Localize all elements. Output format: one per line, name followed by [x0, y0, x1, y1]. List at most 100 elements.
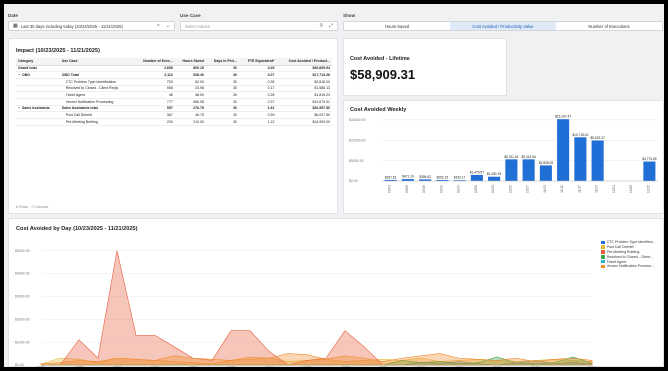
y-tick-label: $4000.00 [15, 272, 30, 276]
table-row[interactable]: Post Call Debrief 367 46.75 30 0.39 $6,007.50 [16, 111, 332, 119]
col-use-case[interactable]: Use Case [59, 58, 134, 66]
x-tick-label: 09/01 [388, 185, 392, 193]
impact-title: Impact (10/23/2025 - 11/21/2025) [16, 48, 100, 54]
table-cell-days: 30 [205, 118, 239, 126]
table-row[interactable]: − Sales Assistants Sales Assistants total 5… [16, 105, 332, 113]
table-cell-use-case: Resolved to Closed - Client Reply [59, 85, 134, 93]
table-cell-use-case: Sales Assistants total [59, 105, 134, 113]
x-tick-label: 09/22 [439, 185, 443, 193]
table-cell-fte: 4.49 [238, 65, 277, 73]
y-tick-label: $15000.00 [349, 118, 366, 122]
y-tick-label: $10000.00 [349, 138, 366, 142]
cell-text: 30 [232, 119, 237, 124]
show-option-cost-avoided[interactable]: Cost Avoided / Productivity Value [450, 22, 556, 30]
cell-text: 30 [232, 79, 237, 84]
table-cell-fte: 2.37 [238, 98, 277, 106]
clear-icon[interactable]: × [157, 23, 160, 29]
collapse-icon[interactable]: − [18, 73, 20, 77]
y-tick-label: $0.00 [15, 363, 24, 367]
expand-icon[interactable]: ⤢ [329, 23, 333, 29]
cell-text: 3.07 [267, 73, 275, 78]
table-cell-hours: 566.08 [174, 98, 206, 106]
use-case-select[interactable]: Select values ⚲ ⤢ [180, 21, 338, 31]
table-row[interactable]: Ticket Agent 48 48.00 30 0.28 $1,815.23 [16, 91, 332, 99]
collapse-icon[interactable]: − [18, 106, 20, 110]
table-cell-fte: 1.61 [238, 105, 277, 113]
cell-text: 2.37 [267, 99, 275, 104]
kpi-value: $58,909.31 [350, 67, 416, 82]
show-toggle: Hours Saved Cost Avoided / Productivity … [343, 21, 663, 31]
col-days[interactable]: Days in Peri... [205, 58, 239, 66]
cell-text: $2,818.00 [314, 79, 330, 84]
legend-item[interactable]: Resolved to Closed - Client... [601, 254, 655, 259]
table-row[interactable]: CTC Problem Type Identification 753 62.00 3… [16, 78, 332, 86]
table-cell-execs: 2,608 [133, 65, 175, 73]
date-filter-value: Last 30 days including today (10/23/2025… [20, 23, 123, 29]
col-hours-saved[interactable]: Hours Saved [174, 58, 206, 66]
impact-table: Category Use Case Number of Exec... Hour… [16, 58, 332, 126]
x-tick-label: 12/08 [629, 185, 633, 193]
table-cell-use-case: OBO Total [59, 71, 134, 79]
x-tick-label: 10/27 [526, 185, 530, 193]
cell-text: 566.08 [193, 99, 204, 104]
show-option-hours-saved[interactable]: Hours Saved [344, 22, 450, 30]
table-cell-cost: $6,007.50 [276, 111, 332, 119]
legend-label: CTC Problem Type Identifica... [606, 240, 656, 245]
table-footer: 6 Rows · 7 Columns [16, 205, 49, 209]
date-filter-field[interactable]: ▦ Last 30 days including today (10/23/20… [8, 21, 175, 31]
legend-item[interactable]: CTC Problem Type Identifica... [601, 240, 655, 245]
use-case-filter-label: Use Case [180, 13, 201, 18]
bar [643, 161, 656, 181]
filter-icon[interactable]: ⚲ [319, 23, 323, 29]
legend-swatch [601, 240, 605, 245]
table-row[interactable]: Vendor Notification Processing 777 566.08 3… [16, 98, 332, 106]
show-option-executions[interactable]: Number of Executions [556, 22, 662, 30]
col-cost[interactable]: Cost Avoided / Product... [276, 58, 332, 66]
cell-text: 62.00 [195, 79, 204, 84]
cell-text: 1.22 [267, 119, 275, 124]
cell-text: Sales Assistants [22, 106, 50, 111]
table-cell-hours: 210.00 [174, 118, 206, 126]
col-fte[interactable]: FTE Equivalent* [238, 58, 277, 66]
x-tick-label: 09/08 [405, 185, 409, 193]
x-tick-label: 10/31 [189, 366, 197, 368]
legend-swatch [601, 254, 605, 259]
table-cell-fte: 3.07 [238, 71, 277, 79]
table-row[interactable]: Resolved to Closed - Client Reply 558 23.9… [16, 85, 332, 93]
x-tick-label: 10/06 [474, 185, 478, 193]
cell-text: 753 [166, 79, 173, 84]
table-row[interactable]: − OBO OBO Total 2,110 528.40 30 3.07 $17,713.26 [16, 71, 332, 79]
table-row[interactable]: Pre-Meeting Briefing 200 210.00 30 1.22 $14,9… [16, 118, 332, 126]
chevron-down-icon[interactable]: ⌄ [166, 23, 170, 29]
cell-text: $1,586.13 [314, 86, 330, 91]
cell-text: 200 [166, 119, 173, 124]
table-header-row: Category Use Case Number of Exec... Hour… [16, 58, 332, 66]
x-tick-label: 11/17 [577, 185, 581, 193]
y-tick-label: $3000.00 [15, 295, 30, 299]
legend-label: Ticket Agent [606, 259, 627, 264]
table-cell-days: 30 [205, 91, 239, 99]
x-tick-label: 12/15 [646, 185, 650, 193]
x-tick-label: 11/21 [588, 366, 596, 368]
bar [505, 159, 518, 181]
table-cell-category [16, 111, 60, 119]
legend-label: Pre-Meeting Briefing [606, 249, 640, 254]
col-category[interactable]: Category [16, 58, 60, 66]
legend-item[interactable]: Vendor Notification Process... [601, 264, 655, 269]
cell-text: 30 [232, 93, 237, 98]
cell-text: OBO Total [61, 73, 79, 78]
bar [522, 159, 535, 181]
bar [539, 165, 552, 181]
table-cell-hours: 276.75 [174, 105, 206, 113]
col-executions[interactable]: Number of Exec... [133, 58, 175, 66]
legend-label: Post Call Debrief [606, 245, 634, 250]
cell-text: $14,900.00 [312, 119, 330, 124]
cell-text: 46.75 [195, 113, 204, 118]
x-tick-label: 11/10 [560, 185, 564, 193]
cell-text: 30 [232, 99, 237, 104]
calendar-icon: ▦ [13, 23, 18, 29]
table-cell-execs: 2,110 [133, 71, 175, 79]
table-cell-hours: 528.40 [174, 71, 206, 79]
table-row[interactable]: Grand total 2,608 800.15 30 4.49 $40,609.94 [16, 65, 332, 73]
bar [574, 137, 587, 181]
